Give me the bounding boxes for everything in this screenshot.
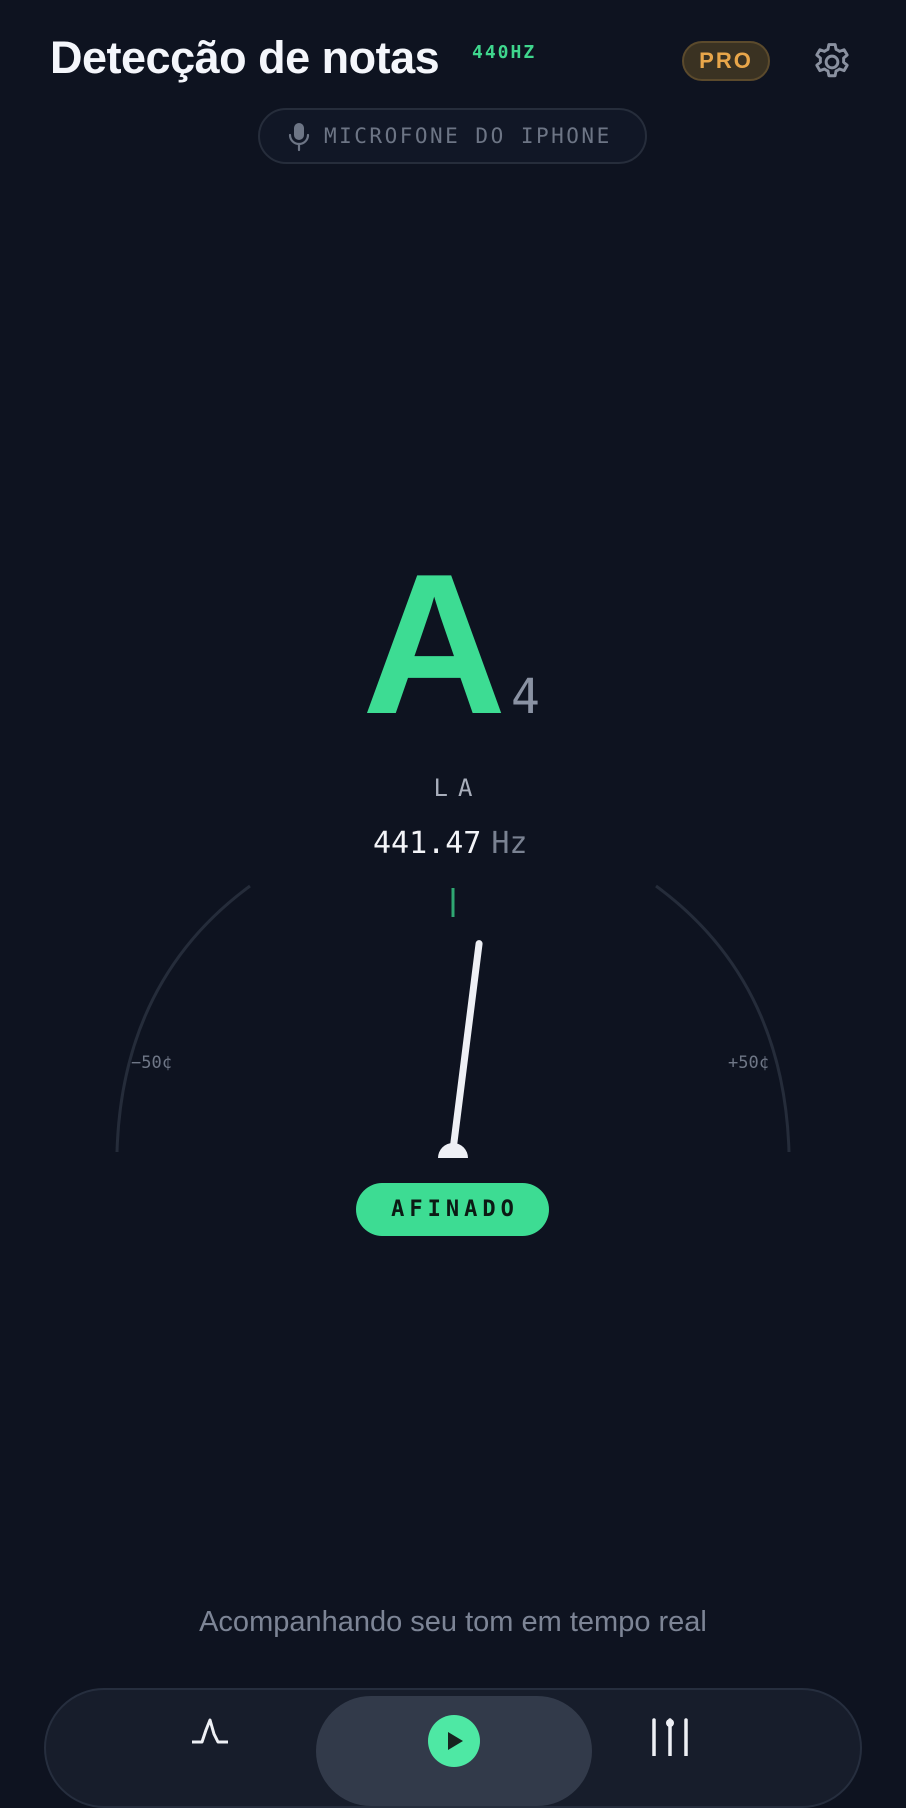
- note-octave: 4: [511, 669, 540, 725]
- tuning-status-badge: AFINADO: [356, 1183, 549, 1236]
- needle-pivot: [438, 1143, 468, 1158]
- status-caption: Acompanhando seu tom em tempo real: [199, 1606, 707, 1638]
- pro-badge[interactable]: PRO: [682, 41, 770, 81]
- tuner-screen: Detecção de notas 440HZ PRO MICROFONE DO…: [0, 0, 906, 1808]
- tab-mixer[interactable]: [606, 1690, 746, 1806]
- tuning-gauge: −50¢ +50¢: [115, 884, 791, 1158]
- detected-note: A 4: [0, 545, 906, 745]
- input-source-selector[interactable]: MICROFONE DO IPHONE: [258, 108, 647, 164]
- tuning-needle: [449, 940, 483, 1154]
- note-name: A: [362, 533, 507, 756]
- frequency-unit: Hz: [491, 826, 528, 861]
- tab-waveform[interactable]: [146, 1690, 286, 1806]
- frequency-readout: 441.47 Hz: [373, 826, 528, 861]
- tuner-icon: [428, 1715, 480, 1767]
- sliders-icon: [652, 1718, 688, 1756]
- microphone-icon: [288, 123, 310, 152]
- waveform-icon: [192, 1718, 228, 1744]
- frequency-value: 441.47: [373, 826, 482, 861]
- gauge-arc-right: [655, 884, 791, 1153]
- tab-tuner[interactable]: [386, 1690, 526, 1806]
- gear-icon[interactable]: [810, 40, 854, 84]
- input-source-label: MICROFONE DO IPHONE: [324, 124, 612, 148]
- gauge-max-label: +50¢: [728, 1053, 769, 1073]
- solfege-name: LA: [433, 774, 483, 802]
- bottom-tab-bar: [44, 1688, 862, 1808]
- page-title: Detecção de notas: [50, 32, 440, 83]
- gauge-min-label: −50¢: [131, 1053, 172, 1073]
- reference-pitch-badge[interactable]: 440HZ: [472, 42, 536, 63]
- gauge-arc-left: [115, 884, 251, 1153]
